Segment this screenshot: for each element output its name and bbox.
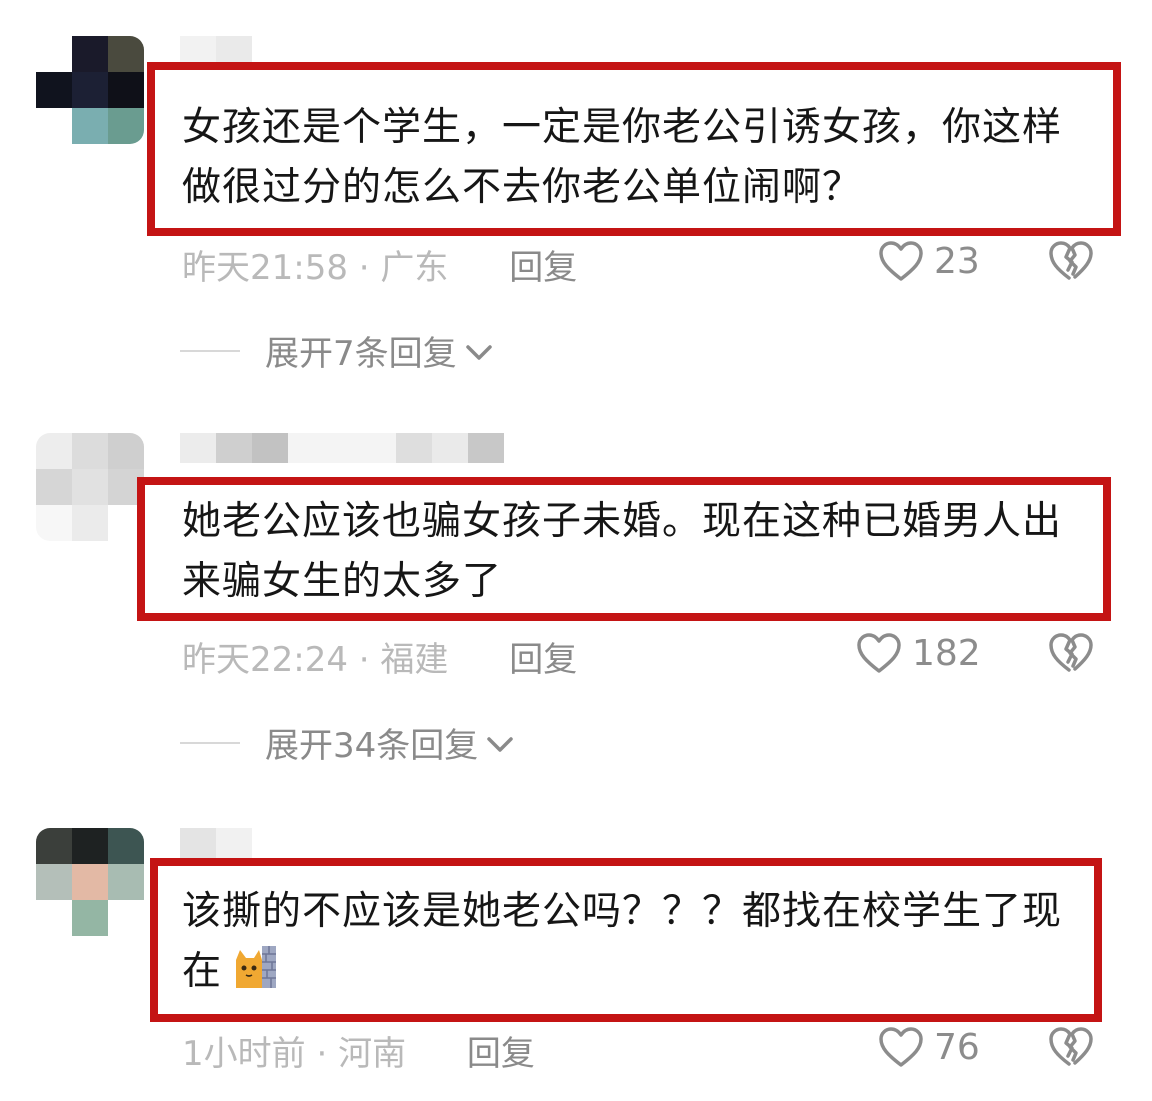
reply-button[interactable]: 回复 [467,1034,535,1074]
comment-time: 1小时前 [182,1034,306,1074]
broken-heart-icon [1048,632,1094,674]
comment-time: 昨天21:58 [182,248,348,288]
expand-replies-button[interactable]: 展开34条回复 [180,718,514,767]
avatar[interactable] [36,36,144,144]
expand-replies-label: 展开34条回复 [265,726,479,766]
like-count: 76 [934,1026,980,1068]
comment-meta: 昨天22:24 · 福建 回复 [182,632,577,681]
dislike-button[interactable] [1048,632,1094,674]
username-blurred[interactable] [180,433,504,463]
expand-replies-label: 展开7条回复 [265,334,457,374]
heart-outline-icon [856,632,902,674]
broken-heart-icon [1048,240,1094,282]
heart-outline-icon [878,1026,924,1068]
comment-text: 该撕的不应该是她老公吗？？？都找在校学生了现在 [182,882,1082,1002]
meta-separator: · [347,640,381,680]
comment-item: 女孩还是个学生，一定是你老公引诱女孩，你这样做很过分的怎么不去你老公单位闹啊？ … [0,0,1152,400]
reply-button[interactable]: 回复 [509,248,577,288]
reply-button[interactable]: 回复 [509,640,577,680]
broken-heart-icon [1048,1026,1094,1068]
like-button[interactable]: 182 [856,632,981,674]
dislike-button[interactable] [1048,240,1094,282]
avatar[interactable] [36,828,144,936]
chevron-down-icon [486,723,514,763]
dislike-button[interactable] [1048,1026,1094,1068]
expand-replies-button[interactable]: 展开7条回复 [180,326,493,375]
comment-meta: 1小时前 · 河南 回复 [182,1026,535,1075]
avatar[interactable] [36,433,144,541]
meta-separator: · [347,248,381,288]
meta-separator: · [305,1034,339,1074]
chevron-down-icon [465,331,493,371]
like-button[interactable]: 23 [878,240,980,282]
comment-location: 广东 [380,248,449,288]
comment-location: 福建 [380,640,449,680]
divider [180,349,240,352]
like-count: 23 [934,240,980,282]
comment-location: 河南 [338,1034,407,1074]
divider [180,741,240,744]
comment-meta: 昨天21:58 · 广东 回复 [182,240,577,289]
comment-time: 昨天22:24 [182,640,348,680]
cat-wall-emoji [232,944,278,990]
comment-text: 她老公应该也骗女孩子未婚。现在这种已婚男人出来骗女生的太多了 [182,499,1063,604]
comment-text-body: 该撕的不应该是她老公吗？？？都找在校学生了现在 [182,889,1063,994]
username-blurred[interactable] [180,828,252,858]
comment-item: 她老公应该也骗女孩子未婚。现在这种已婚男人出来骗女生的太多了 昨天22:24 ·… [0,400,1152,800]
comment-text: 女孩还是个学生，一定是你老公引诱女孩，你这样做很过分的怎么不去你老公单位闹啊？ [182,105,1063,210]
like-count: 182 [912,632,981,674]
like-button[interactable]: 76 [878,1026,980,1068]
comment-item: 该撕的不应该是她老公吗？？？都找在校学生了现在 1小时前 · 河南 回复 76 [0,800,1152,1101]
heart-outline-icon [878,240,924,282]
